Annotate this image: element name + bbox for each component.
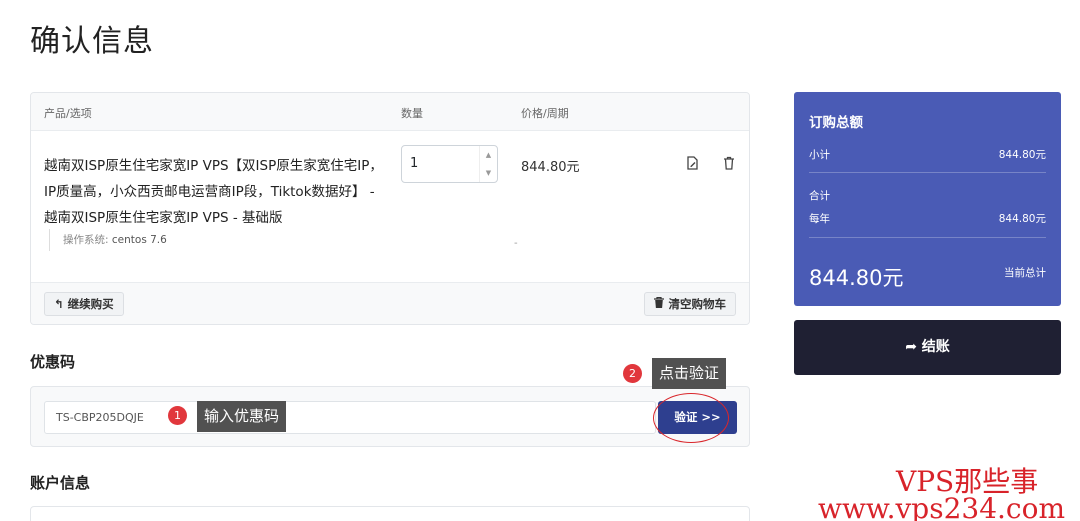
cart-footer: ↰ 继续购买 清空购物车	[31, 283, 749, 324]
promo-title: 优惠码	[30, 353, 76, 371]
page-title: 确认信息	[30, 24, 154, 59]
item-price: 844.80元	[521, 160, 580, 175]
promo-panel: TS-CBP205DQJE 验证 >>	[30, 386, 750, 447]
account-title: 账户信息	[30, 474, 91, 492]
header-price: 价格/周期	[521, 107, 569, 120]
header-product: 产品/选项	[44, 107, 92, 120]
subtotal-value: 844.80元	[998, 149, 1046, 161]
annotation-click-verify: 点击验证	[652, 358, 727, 389]
subtotal-row: 小计 844.80元	[809, 149, 1046, 161]
empty-cart-button[interactable]: 清空购物车	[644, 292, 736, 316]
annotation-enter-code: 输入优惠码	[197, 401, 287, 432]
option-label: 操作系统:	[63, 234, 109, 246]
quantity-value: 1	[410, 156, 419, 171]
cart-item: 越南双ISP原生住宅家宽IP VPS【双ISP原生家宽住宅IP，IP质量高，小众…	[31, 131, 749, 283]
grand-total-label: 当前总计	[1004, 267, 1046, 279]
step-badge-1: 1	[168, 406, 187, 425]
yearly-value: 844.80元	[998, 213, 1046, 225]
account-panel	[30, 506, 750, 521]
checkout-button[interactable]: ➦ 结账	[794, 320, 1061, 375]
quantity-spinner[interactable]: ▲ ▼	[479, 146, 497, 182]
option-price: -	[514, 238, 518, 249]
divider	[809, 172, 1046, 173]
divider	[809, 237, 1046, 238]
total-row: 合计	[809, 190, 830, 202]
step-badge-2: 2	[623, 364, 642, 383]
trash-icon[interactable]	[723, 155, 739, 171]
cart-panel: 产品/选项 数量 价格/周期 越南双ISP原生住宅家宽IP VPS【双ISP原生…	[30, 92, 750, 325]
chevron-up-icon[interactable]: ▲	[480, 146, 497, 164]
yearly-row: 每年 844.80元	[809, 213, 1046, 225]
option-os: 操作系统: centos 7.6	[49, 229, 167, 251]
summary-title: 订购总额	[809, 115, 863, 131]
share-icon: ➦	[905, 339, 917, 355]
header-qty: 数量	[401, 107, 423, 120]
grand-total: 844.80元	[809, 266, 904, 290]
trash-icon	[654, 296, 668, 311]
product-name: 越南双ISP原生住宅家宽IP VPS【双ISP原生家宽住宅IP，IP质量高，小众…	[44, 158, 383, 226]
cart-header: 产品/选项 数量 价格/周期	[31, 93, 749, 131]
continue-shopping-button[interactable]: ↰ 继续购买	[44, 292, 124, 316]
order-summary: 订购总额 小计 844.80元 合计 每年 844.80元 844.80元 当前…	[794, 92, 1061, 306]
edit-icon[interactable]	[686, 155, 702, 171]
watermark: VPS那些事 www.vps234.com	[818, 465, 1066, 521]
chevron-down-icon[interactable]: ▼	[480, 164, 497, 182]
highlight-circle	[653, 393, 729, 443]
promo-code-input[interactable]: TS-CBP205DQJE	[44, 401, 656, 434]
reply-icon: ↰	[54, 297, 64, 311]
quantity-stepper[interactable]: 1 ▲ ▼	[401, 145, 498, 183]
option-value: centos 7.6	[111, 234, 167, 246]
